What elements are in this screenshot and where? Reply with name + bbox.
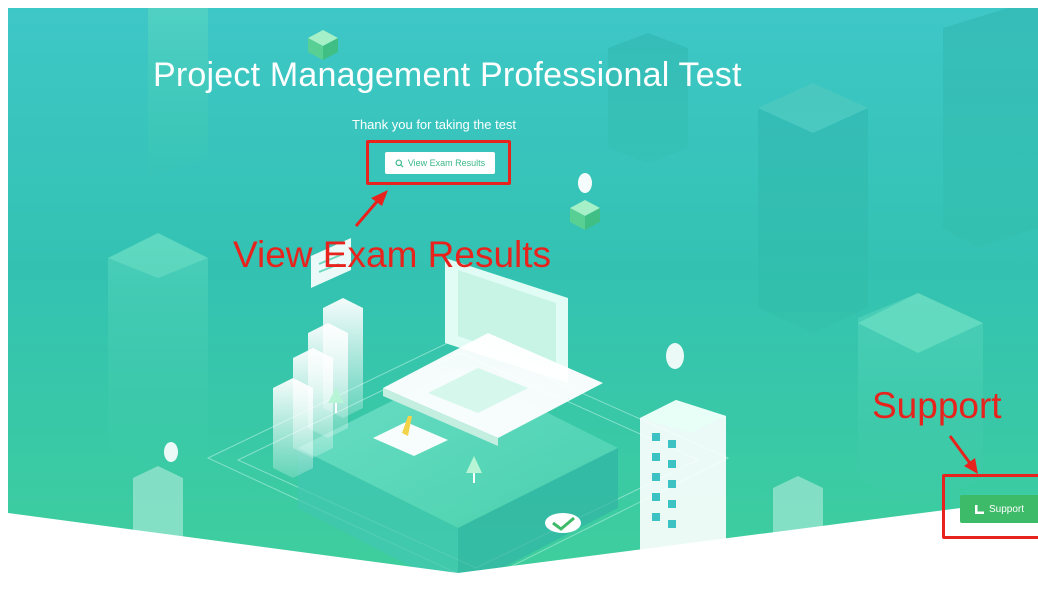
support-button-label: Support	[989, 503, 1025, 515]
isometric-illustration	[8, 8, 1038, 591]
annotation-view-exam-results: View Exam Results	[233, 234, 552, 275]
support-icon	[975, 504, 984, 514]
search-icon	[395, 158, 404, 168]
annotation-support: Support	[872, 385, 1002, 426]
view-exam-results-label: View Exam Results	[407, 158, 486, 168]
support-button[interactable]: Support	[960, 495, 1038, 523]
page-subtitle: Thank you for taking the test	[352, 117, 517, 132]
view-exam-results-button[interactable]: View Exam Results	[385, 152, 495, 174]
page-title: Project Management Professional Test	[153, 56, 742, 94]
check-badge-shape	[545, 513, 581, 533]
exam-complete-screen: Project Management Professional Test Tha…	[8, 8, 1038, 591]
